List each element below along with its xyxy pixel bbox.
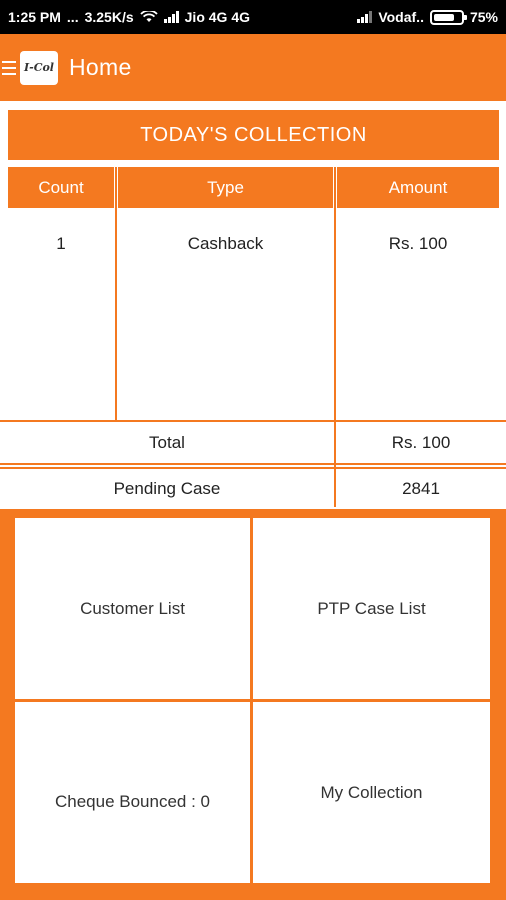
status-time: 1:25 PM	[8, 9, 61, 25]
my-collection-tile[interactable]: My Collection	[253, 702, 490, 883]
network-speed: 3.25K/s	[84, 9, 134, 25]
status-dots: ...	[66, 9, 79, 25]
signal-icon-jio	[163, 11, 179, 23]
hamburger-menu-icon[interactable]	[2, 60, 16, 75]
table-divider	[115, 167, 117, 420]
column-header-amount: Amount	[337, 167, 499, 208]
battery-percent: 75%	[469, 9, 498, 25]
column-header-count: Count	[8, 167, 114, 208]
menu-grid: Customer List PTP Case List Cheque Bounc…	[0, 509, 506, 900]
total-value: Rs. 100	[391, 432, 451, 452]
cell-amount: Rs. 100	[388, 234, 448, 253]
cheque-bounced-tile[interactable]: Cheque Bounced : 0	[15, 702, 250, 883]
wifi-icon	[139, 11, 158, 22]
table-divider	[0, 463, 506, 465]
pending-case-label: Pending Case	[113, 479, 221, 498]
carrier-vodafone: Vodaf..	[378, 9, 424, 25]
cell-count: 1	[56, 234, 66, 253]
cell-type: Cashback	[187, 234, 264, 253]
battery-icon	[429, 9, 467, 25]
page-title: Home	[69, 54, 132, 80]
app-logo: I-Col	[20, 50, 58, 85]
customer-list-tile[interactable]: Customer List	[15, 518, 250, 699]
carrier-jio: Jio 4G 4G	[184, 9, 250, 25]
status-bar: 1:25 PM ... 3.25K/s Jio 4G 4G Vodaf.. 75…	[0, 0, 506, 34]
pending-case-value: 2841	[402, 479, 440, 498]
todays-collection-header: TODAY'S COLLECTION	[8, 110, 499, 160]
total-label: Total	[149, 432, 185, 452]
signal-icon-vodafone	[357, 11, 373, 23]
app-bar: I-Col Home	[0, 34, 506, 101]
column-header-type: Type	[118, 167, 333, 208]
ptp-case-list-tile[interactable]: PTP Case List	[253, 518, 490, 699]
